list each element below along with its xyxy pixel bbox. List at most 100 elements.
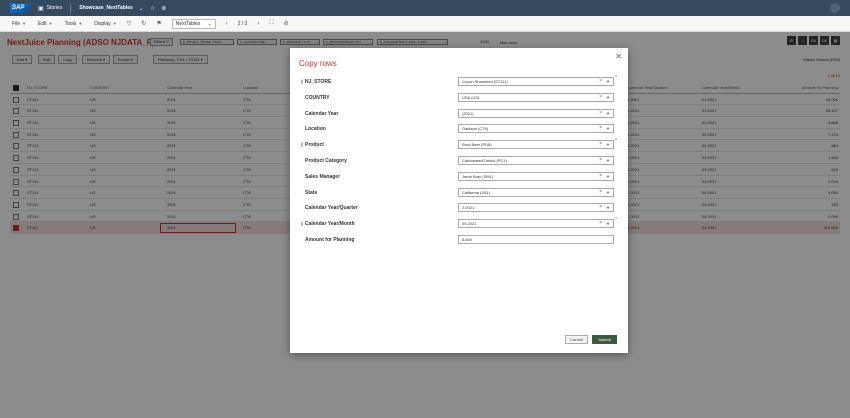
- field-value: USA (US): [462, 94, 480, 100]
- field-combobox[interactable]: USA (US) × ▼: [458, 92, 614, 102]
- clear-icon[interactable]: ×: [599, 204, 602, 211]
- chevron-down-icon[interactable]: ▼: [606, 78, 610, 85]
- dialog-field-row: ⚷ Calendar Year/Month 05.2021 × ▼ *: [290, 217, 628, 232]
- chevron-down-icon: ⌄: [207, 20, 212, 27]
- required-marker: *: [615, 138, 617, 145]
- chevron-down-icon[interactable]: ▼: [606, 141, 610, 148]
- field-label: Amount for Planning: [305, 237, 355, 243]
- dialog-field-row: ⚷ NJ_STORE Crown Showered (ST111) × ▼ *: [290, 75, 628, 90]
- avatar[interactable]: [830, 3, 840, 13]
- field-value: Carbonated Drinks (PC1): [462, 158, 507, 163]
- star-icon[interactable]: ☆: [150, 5, 155, 12]
- stories-link[interactable]: Stories: [47, 5, 63, 11]
- dialog-field-row: Sales Manager Janet Bury (SM1) × ▼: [290, 171, 628, 185]
- chevron-down-icon[interactable]: ▼: [606, 189, 610, 196]
- field-value: 05.2021: [462, 221, 477, 227]
- chevron-down-icon[interactable]: ▼: [606, 94, 610, 101]
- field-combobox[interactable]: Root Beer (PD8) × ▼: [458, 140, 614, 150]
- settings-circle-icon[interactable]: ⊗: [161, 5, 166, 12]
- story-title[interactable]: Showcase_NextTables: [79, 5, 133, 11]
- story-toolbar: File ▼ Edit ▼ Tools ▼ Display ▼ ▽ ↻ ⚑ NextTa…: [0, 16, 850, 32]
- field-combobox[interactable]: Crown Showered (ST111) × ▼: [458, 77, 614, 86]
- chevron-down-icon: ▼: [22, 21, 27, 26]
- clear-icon[interactable]: ×: [599, 189, 602, 196]
- field-combobox[interactable]: Janet Bury (SM1) × ▼: [458, 171, 614, 181]
- close-icon[interactable]: ✕: [615, 52, 622, 61]
- clear-icon[interactable]: ×: [599, 110, 602, 117]
- clear-icon[interactable]: ×: [599, 173, 602, 180]
- required-marker: *: [615, 217, 617, 224]
- dialog-field-row: Calendar Year/Quarter 2.2021 × ▼: [290, 202, 628, 216]
- field-combobox[interactable]: 2.2021 × ▼: [458, 203, 614, 213]
- page-indicator: 2 / 2: [237, 20, 248, 27]
- dialog-title: Copy rows: [299, 59, 337, 68]
- amount-input[interactable]: 5.600: [458, 235, 614, 244]
- field-label: State: [305, 189, 318, 196]
- clear-icon[interactable]: ×: [599, 141, 602, 148]
- menu-display[interactable]: Display ▼: [94, 21, 116, 27]
- field-value: (2021): [462, 110, 474, 116]
- refresh-icon[interactable]: ↻: [141, 20, 146, 27]
- field-combobox[interactable]: California (SA1) × ▼: [458, 187, 614, 197]
- field-value: Root Beer (PD8): [462, 142, 492, 148]
- chevron-down-icon: ▼: [112, 21, 117, 26]
- required-marker: *: [615, 75, 617, 81]
- chevron-down-icon[interactable]: ▼: [606, 157, 610, 164]
- key-icon: ⚷: [300, 79, 304, 85]
- submit-button[interactable]: Submit: [592, 335, 617, 344]
- clear-icon[interactable]: ×: [599, 125, 602, 132]
- sap-logo: SAP: [10, 3, 32, 13]
- field-value: Oakland (CT6): [462, 126, 489, 132]
- field-label: Calendar Year/Month: [305, 221, 355, 228]
- field-value: California (SA1): [462, 189, 491, 195]
- field-combobox[interactable]: 05.2021 × ▼: [458, 219, 614, 229]
- dialog-field-row: Product Category Carbonated Drinks (PC1) ×…: [290, 155, 628, 169]
- menu-edit[interactable]: Edit ▼: [38, 21, 53, 27]
- copy-rows-dialog: Copy rows ✕ ⚷ NJ_STORE Crown Showered (ST1…: [290, 48, 628, 353]
- dialog-field-row: Amount for Planning 5.600: [290, 234, 628, 248]
- menu-tools[interactable]: Tools ▼: [65, 21, 83, 27]
- chevron-down-icon[interactable]: ▼: [606, 204, 610, 211]
- chevron-down-icon[interactable]: ▼: [606, 220, 610, 227]
- menu-tools-label: Tools: [64, 20, 77, 27]
- clear-icon[interactable]: ×: [599, 220, 602, 227]
- shell-bar: SAP ▣ Stories Showcase_NextTables ⌄ ☆ ⊗: [0, 0, 850, 16]
- field-value: Janet Bury (SM1): [462, 173, 494, 179]
- field-label: Sales Manager: [305, 173, 341, 180]
- chevron-down-icon[interactable]: ▼: [606, 173, 610, 180]
- field-label: Product Category: [305, 158, 347, 164]
- menu-file[interactable]: File ▼: [12, 21, 26, 27]
- chevron-down-icon[interactable]: ▼: [606, 110, 610, 117]
- fullscreen-icon[interactable]: ⛶: [269, 20, 273, 27]
- chevron-left-icon[interactable]: ‹: [226, 21, 228, 27]
- menu-file-label: File: [12, 20, 21, 27]
- page-select-value: NextTables: [175, 20, 201, 27]
- field-combobox[interactable]: Oakland (CT6) × ▼: [458, 124, 614, 134]
- chevron-down-icon[interactable]: ▼: [606, 125, 610, 132]
- key-icon: ⚷: [300, 221, 304, 228]
- cancel-button[interactable]: Cancel: [565, 335, 588, 344]
- chevron-down-icon[interactable]: ⌄: [139, 5, 144, 12]
- clear-icon[interactable]: ×: [599, 157, 602, 164]
- clear-icon[interactable]: ×: [599, 94, 602, 101]
- dialog-field-row: State California (SA1) × ▼: [290, 187, 628, 201]
- page-select[interactable]: NextTables ⌄: [171, 18, 216, 29]
- field-label: Calendar Year: [305, 110, 339, 117]
- field-value: 2.2021: [462, 205, 475, 211]
- field-value: Crown Showered (ST111): [462, 79, 508, 84]
- field-label: Product: [305, 142, 324, 149]
- field-combobox[interactable]: (2021) × ▼: [458, 108, 614, 118]
- stories-icon[interactable]: ▣: [38, 5, 44, 12]
- chevron-right-icon[interactable]: ›: [257, 21, 259, 27]
- link-icon[interactable]: ⊘: [284, 20, 289, 27]
- key-icon: ⚷: [300, 142, 304, 149]
- bookmark-icon[interactable]: ⚑: [156, 20, 161, 27]
- field-label: COUNTRY: [305, 94, 330, 101]
- field-combobox[interactable]: Carbonated Drinks (PC1) × ▼: [458, 156, 614, 165]
- clear-icon[interactable]: ×: [599, 78, 602, 85]
- field-label: Calendar Year/Quarter: [305, 205, 358, 212]
- chevron-down-icon: ▼: [78, 21, 83, 26]
- menu-display-label: Display: [94, 20, 111, 27]
- filter-icon[interactable]: ▽: [127, 20, 132, 27]
- chevron-down-icon: ▼: [48, 21, 53, 26]
